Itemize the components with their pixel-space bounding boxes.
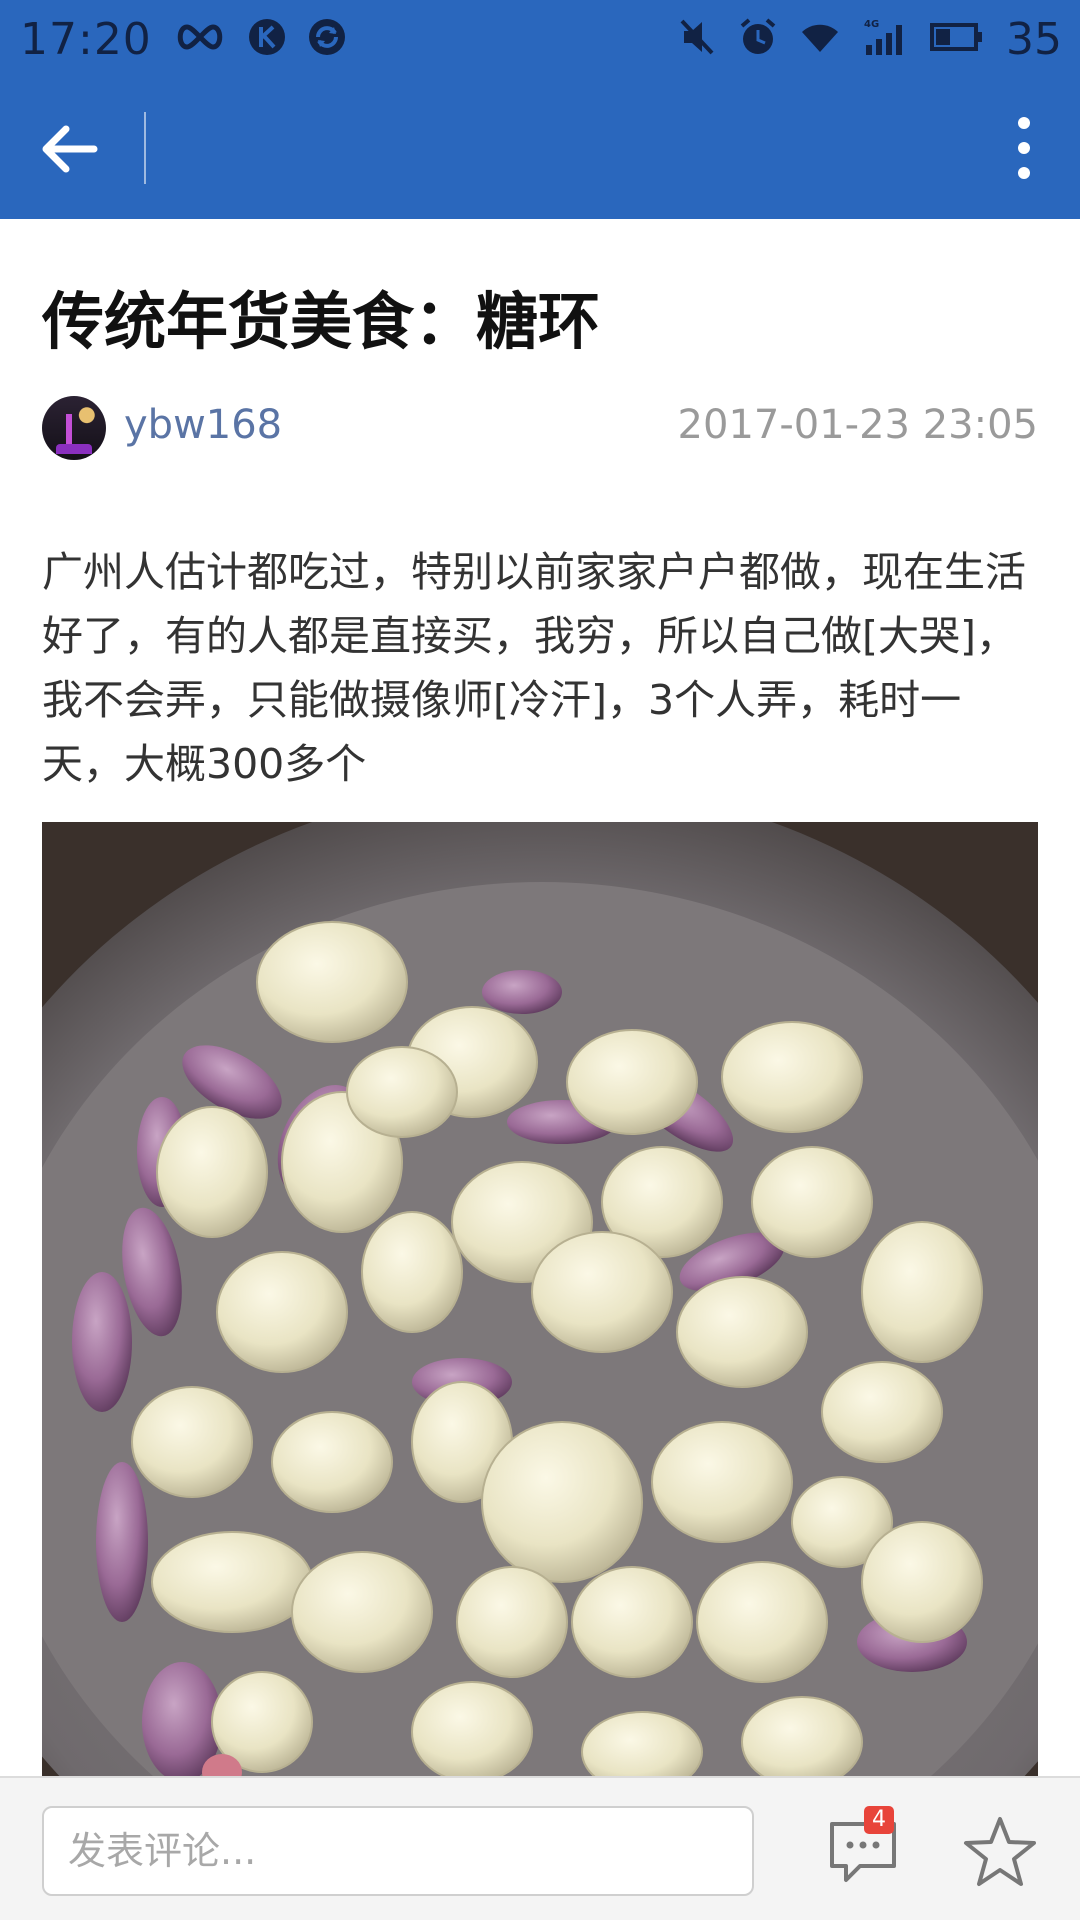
garlic-photo [42,822,1038,1776]
post-date: 2017-01-23 23:05 [677,402,1038,448]
bottom-bar: 4 [0,1776,1080,1920]
comment-input[interactable] [42,1806,754,1896]
battery-level: 35 [1006,13,1062,65]
alarm-icon [738,17,778,61]
refresh-app-icon [308,18,346,60]
article-body: 广州人估计都吃过，特别以前家家户户都做，现在生活好了，有的人都是直接买，我穷，所… [42,548,1026,788]
mute-icon [680,17,716,61]
star-outline-icon [964,1817,1036,1886]
comment-count-badge: 4 [864,1806,894,1834]
infinity-icon [174,22,226,56]
wifi-icon [800,20,840,58]
arrow-left-icon [42,125,98,173]
favorite-button[interactable] [962,1814,1038,1890]
status-time: 17:20 [20,13,152,65]
article-title: 传统年货美食：糖环 [42,285,601,358]
svg-text:4G: 4G [864,19,879,30]
signal-4g-icon: 4G [862,17,908,61]
status-bar-left: 17:20 [20,14,346,65]
article-meta: ybw168 2017-01-23 23:05 [42,396,1038,460]
app-bar-divider [144,112,146,184]
k-app-icon [248,18,286,60]
more-vertical-icon [1018,117,1030,179]
avatar[interactable] [42,396,106,460]
status-bar: 17:20 4G 35 [0,0,1080,78]
author-name[interactable]: ybw168 [124,402,282,448]
battery-icon [930,21,984,57]
article-image[interactable] [42,822,1038,1776]
status-bar-right: 4G 35 [680,14,1062,65]
more-options-button[interactable] [994,108,1054,188]
app-bar [0,78,1080,219]
back-button[interactable] [38,118,110,180]
